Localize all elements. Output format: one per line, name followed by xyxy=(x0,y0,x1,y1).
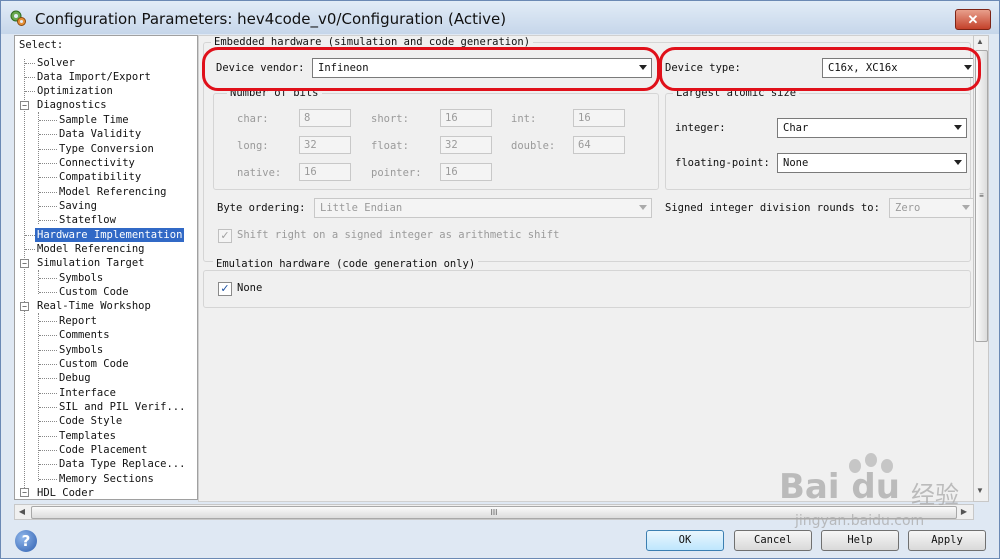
apply-button[interactable]: Apply xyxy=(908,530,986,551)
shift-right-label: Shift right on a signed integer as arith… xyxy=(237,229,560,241)
tree-item-sample-time[interactable]: Sample Time xyxy=(59,113,129,127)
tree-item-data-import-export[interactable]: Data Import/Export xyxy=(37,70,151,84)
tree-line xyxy=(38,112,39,224)
hardware-implementation-panel: Embedded hardware (simulation and code g… xyxy=(198,35,977,502)
short-bits-field[interactable]: 16 xyxy=(440,109,492,127)
tree-header: Select: xyxy=(19,39,64,51)
integer-label: integer: xyxy=(675,122,726,134)
float-bits-field[interactable]: 32 xyxy=(440,136,492,154)
emulation-none-label: None xyxy=(237,282,263,294)
tree-item-optimization[interactable]: Optimization xyxy=(37,84,113,98)
help-button[interactable]: Help xyxy=(821,530,899,551)
largest-atomic-size-group xyxy=(665,93,971,190)
byte-ordering-select[interactable]: Little Endian xyxy=(314,198,652,218)
tree-item-solver[interactable]: Solver xyxy=(37,56,75,70)
tree-item-hdl-coder[interactable]: HDL Coder xyxy=(37,486,94,499)
collapse-real-time-workshop-icon[interactable]: − xyxy=(20,302,29,311)
chevron-down-icon xyxy=(962,205,970,210)
window-title: Configuration Parameters: hev4code_v0/Co… xyxy=(35,10,507,28)
tree-item-debug[interactable]: Debug xyxy=(59,371,91,385)
tree-item-data-type-replace[interactable]: Data Type Replace... xyxy=(59,457,185,471)
tree-line xyxy=(38,313,39,481)
watermark-cn-text: 经验 xyxy=(911,481,959,509)
tree-item-stateflow[interactable]: Stateflow xyxy=(59,213,116,227)
tree-item-sim-symbols[interactable]: Symbols xyxy=(59,271,103,285)
native-bits-field[interactable]: 16 xyxy=(299,163,351,181)
emulation-hardware-group xyxy=(203,270,971,308)
atomic-integer-select[interactable]: Char xyxy=(777,118,967,138)
native-label: native: xyxy=(237,167,282,179)
tree-item-saving[interactable]: Saving xyxy=(59,199,97,213)
tree-item-rtw-custom-code[interactable]: Custom Code xyxy=(59,357,129,371)
close-button[interactable]: ✕ xyxy=(955,9,991,30)
device-vendor-highlight xyxy=(202,47,660,91)
char-bits-field[interactable]: 8 xyxy=(299,109,351,127)
chevron-down-icon xyxy=(639,205,647,210)
baidu-watermark: Bai du 经验 jingyan.baidu.com xyxy=(779,453,969,533)
tree-line xyxy=(38,270,39,294)
shift-right-checkbox[interactable]: ✓ xyxy=(218,229,232,243)
collapse-simulation-target-icon[interactable]: − xyxy=(20,259,29,268)
tree-item-memory-sections[interactable]: Memory Sections xyxy=(59,472,154,486)
tree-item-templates[interactable]: Templates xyxy=(59,429,116,443)
tree-item-rtw-symbols[interactable]: Symbols xyxy=(59,343,103,357)
short-label: short: xyxy=(371,113,409,125)
tree-item-diagnostics[interactable]: Diagnostics xyxy=(37,98,107,112)
vertical-scroll-thumb[interactable]: ≡ xyxy=(975,50,988,342)
tree-item-simulation-target[interactable]: Simulation Target xyxy=(37,256,144,270)
scroll-down-icon[interactable]: ▼ xyxy=(974,485,986,497)
ok-button[interactable]: OK xyxy=(646,530,724,551)
long-label: long: xyxy=(237,140,269,152)
tree-item-connectivity[interactable]: Connectivity xyxy=(59,156,135,170)
tree-item-data-validity[interactable]: Data Validity xyxy=(59,127,141,141)
tree-item-interface[interactable]: Interface xyxy=(59,386,116,400)
floating-point-label: floating-point: xyxy=(675,157,770,169)
long-bits-field[interactable]: 32 xyxy=(299,136,351,154)
signed-division-select[interactable]: Zero xyxy=(889,198,975,218)
collapse-hdl-coder-icon[interactable]: − xyxy=(20,488,29,497)
watermark-url: jingyan.baidu.com xyxy=(795,513,925,529)
vertical-scrollbar[interactable]: ▲ ≡ ▼ xyxy=(973,35,989,502)
tree-item-real-time-workshop[interactable]: Real-Time Workshop xyxy=(37,299,151,313)
byte-ordering-label: Byte ordering: xyxy=(217,202,306,214)
chevron-down-icon xyxy=(954,125,962,130)
tree-item-comments[interactable]: Comments xyxy=(59,328,110,342)
tree-item-sim-custom-code[interactable]: Custom Code xyxy=(59,285,129,299)
tree-item-model-referencing-diag[interactable]: Model Referencing xyxy=(59,185,166,199)
help-question-icon[interactable]: ? xyxy=(15,530,37,552)
tree-item-sil-pil[interactable]: SIL and PIL Verif... xyxy=(59,400,185,414)
tree-item-compatibility[interactable]: Compatibility xyxy=(59,170,141,184)
simulink-gear-icon xyxy=(10,10,26,26)
collapse-diagnostics-icon[interactable]: − xyxy=(20,101,29,110)
configuration-parameters-dialog: Configuration Parameters: hev4code_v0/Co… xyxy=(0,0,1000,559)
emulation-hardware-label: Emulation hardware (code generation only… xyxy=(213,258,479,270)
tree-item-code-style[interactable]: Code Style xyxy=(59,414,122,428)
tree-item-hardware-implementation[interactable]: Hardware Implementation xyxy=(35,228,185,242)
tree-item-type-conversion[interactable]: Type Conversion xyxy=(59,142,154,156)
float-label: float: xyxy=(371,140,409,152)
emulation-none-checkbox[interactable]: ✓ xyxy=(218,282,232,296)
double-bits-field[interactable]: 64 xyxy=(573,136,625,154)
device-type-highlight xyxy=(659,47,981,91)
tree-item-code-placement[interactable]: Code Placement xyxy=(59,443,148,457)
int-bits-field[interactable]: 16 xyxy=(573,109,625,127)
atomic-floating-point-select[interactable]: None xyxy=(777,153,967,173)
scroll-left-icon[interactable]: ◀ xyxy=(16,506,28,518)
char-label: char: xyxy=(237,113,269,125)
tree-item-report[interactable]: Report xyxy=(59,314,97,328)
scroll-up-icon[interactable]: ▲ xyxy=(974,36,986,48)
pointer-bits-field[interactable]: 16 xyxy=(440,163,492,181)
chevron-down-icon xyxy=(954,160,962,165)
tree-item-model-referencing[interactable]: Model Referencing xyxy=(37,242,144,256)
title-bar: Configuration Parameters: hev4code_v0/Co… xyxy=(1,1,999,34)
watermark-logo-text: Bai du xyxy=(779,467,900,507)
pointer-label: pointer: xyxy=(371,167,422,179)
int-label: int: xyxy=(511,113,537,125)
category-tree: Select: − − − − Solver Data Import/Expor… xyxy=(14,35,198,500)
tree-line xyxy=(24,59,25,492)
double-label: double: xyxy=(511,140,556,152)
signed-division-label: Signed integer division rounds to: xyxy=(665,202,880,214)
cancel-button[interactable]: Cancel xyxy=(734,530,812,551)
